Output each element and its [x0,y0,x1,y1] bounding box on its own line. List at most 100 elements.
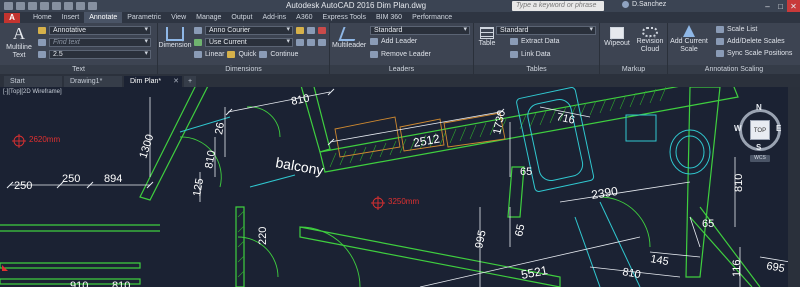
undo-icon[interactable] [64,2,73,10]
new-tab-button[interactable]: + [184,76,196,87]
tab-output[interactable]: Output [226,12,257,23]
text-style-select[interactable]: Annotative [49,26,151,35]
save-icon[interactable] [28,2,37,10]
linear-button[interactable]: Linear [205,51,224,58]
save-as-icon[interactable] [40,2,49,10]
dim-tool5-icon[interactable] [307,39,315,46]
quick-access-toolbar [0,2,97,10]
dim-tool2-icon[interactable] [307,27,315,34]
tab-bim360[interactable]: BIM 360 [371,12,407,23]
application-menu-button[interactable]: A [4,12,20,23]
dim-text: 250 [14,180,32,192]
search-input[interactable]: Type a keyword or phrase [512,1,604,11]
markup-panel: Wipeout Revision Cloud Markup [600,23,668,74]
dim-tool6-icon[interactable] [318,39,326,46]
tab-annotate[interactable]: Annotate [84,12,123,23]
quick-icon [227,51,236,58]
dimension-button[interactable]: Dimension [158,27,192,50]
dimension-label: Dimension [158,42,192,49]
tables-panel-title[interactable]: Tables [474,65,599,74]
tab-insert[interactable]: Insert [57,12,85,23]
open-icon[interactable] [16,2,25,10]
dim-text: 65 [513,223,527,237]
dim-text: 65 [520,166,532,178]
dim-style-icon [194,27,202,34]
table-style-select[interactable]: Standard [496,26,596,35]
tab-express-tools[interactable]: Express Tools [318,12,371,23]
viewcube-top-face[interactable]: TOP [750,120,770,140]
share-icon[interactable] [88,2,97,10]
quick-button[interactable]: Quick [238,51,256,58]
drawing-area[interactable]: 810 2512 1730 716 26 1300 810 65 250 250… [0,87,800,287]
doc-tab-drawing1[interactable]: Drawing1* [64,76,122,87]
wipeout-button[interactable]: Wipeout [602,27,632,48]
redo-icon[interactable] [76,2,85,10]
doc-tab-start[interactable]: Start [4,76,62,87]
tab-performance[interactable]: Performance [407,12,457,23]
link-data-button[interactable]: Link Data [521,51,551,58]
tables-panel: Table Standard Extract Data Link Data Ta… [474,23,600,74]
new-icon[interactable] [4,2,13,10]
user-name: D.Sanchez [632,1,667,8]
maximize-button[interactable]: □ [774,0,787,12]
text-height-icon [38,51,46,58]
tab-parametric[interactable]: Parametric [122,12,166,23]
multileader-button[interactable]: Multileader [332,27,366,50]
find-text-input[interactable]: Find text [49,38,151,47]
mleader-style-select[interactable]: Standard [370,26,470,35]
text-height-select[interactable]: 2.5 [49,50,151,59]
dimension-lines [10,91,791,287]
markup-panel-title[interactable]: Markup [600,65,667,74]
compass-north: N [756,103,762,112]
annotation-scaling-panel-title[interactable]: Annotation Scaling [668,65,800,74]
dim-text: 250 [62,173,80,185]
tab-a360[interactable]: A360 [291,12,317,23]
dim-text: 910 [70,280,88,287]
revision-cloud-button[interactable]: Revision Cloud [634,27,666,54]
dim-text: 145 [649,253,669,268]
wcs-menu[interactable]: WCS [750,155,770,162]
dim-text: 995 [473,229,489,249]
add-delete-scales-icon [716,38,724,45]
dim-tool3-icon[interactable] [318,27,326,34]
sync-scale-positions-button[interactable]: Sync Scale Positions [727,50,792,57]
dim-layer-select[interactable]: Use Current [205,38,293,47]
text-panel-title[interactable]: Text [0,65,157,74]
dim-tool4-icon[interactable] [296,39,304,46]
compass-east: E [776,124,782,133]
multiline-text-button[interactable]: A Multiline Text [4,25,34,60]
dimensions-panel: Dimension Anno Courier Use Current Linea… [158,23,330,74]
close-tab-icon[interactable]: ✕ [173,76,179,87]
leaders-panel-title[interactable]: Leaders [330,65,473,74]
minimize-button[interactable]: – [761,0,774,12]
dim-text: 65 [702,218,714,230]
user-account[interactable]: D.Sanchez [622,1,666,8]
continue-button[interactable]: Continue [270,51,298,58]
revision-cloud-label: Revision Cloud [636,38,664,53]
dim-style-select[interactable]: Anno Courier [205,26,293,35]
dimensions-panel-title[interactable]: Dimensions [158,65,329,74]
navigation-bar[interactable] [788,87,800,287]
wipeout-label: Wipeout [604,40,630,47]
extract-data-button[interactable]: Extract Data [521,38,560,45]
add-current-scale-button[interactable]: Add Current Scale [670,25,708,54]
add-leader-button[interactable]: Add Leader [381,38,417,45]
tab-add-ins[interactable]: Add-ins [257,12,291,23]
user-icon [622,1,629,8]
dim-text: 125 [191,177,206,197]
tab-view[interactable]: View [166,12,191,23]
dim-text: 894 [104,173,122,185]
plot-icon[interactable] [52,2,61,10]
remove-leader-button[interactable]: Remove Leader [381,51,431,58]
doc-tab-dim-plan[interactable]: Dim Plan* ✕ [124,76,182,87]
tab-manage[interactable]: Manage [191,12,226,23]
viewcube[interactable]: TOP N S E W WCS [734,103,785,163]
add-delete-scales-button[interactable]: Add/Delete Scales [727,38,785,45]
scale-list-button[interactable]: Scale List [727,26,757,33]
tab-home[interactable]: Home [28,12,57,23]
document-tabs: Start Drawing1* Dim Plan* ✕ + [0,74,800,87]
viewport-control[interactable]: [-][Top][2D Wireframe] [3,89,62,95]
table-button[interactable]: Table [476,27,498,48]
dim-tool-icon[interactable] [296,27,304,34]
close-button[interactable]: ✕ [787,0,800,12]
